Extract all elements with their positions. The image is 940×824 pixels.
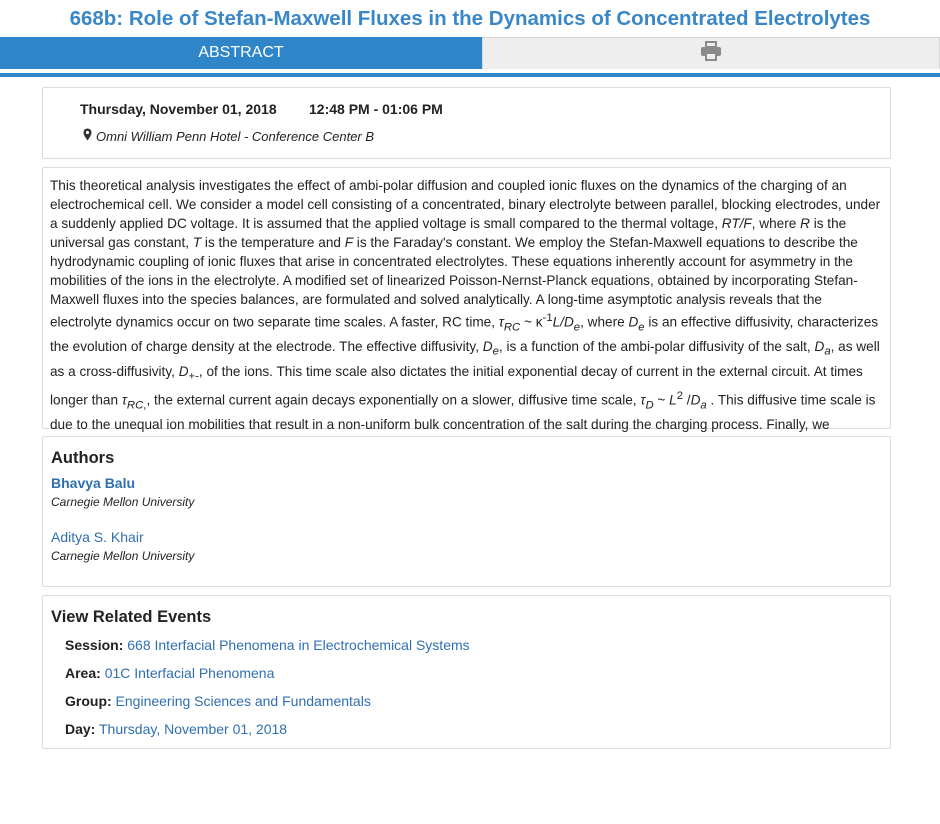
related-label: Day: (65, 721, 96, 737)
related-group-row: Group: Engineering Sciences and Fundamen… (65, 687, 882, 715)
printer-icon[interactable] (700, 41, 722, 66)
author-item: Bhavya Balu Carnegie Mellon University (51, 473, 882, 511)
related-day-row: Day: Thursday, November 01, 2018 (65, 715, 882, 743)
author-affiliation: Carnegie Mellon University (51, 549, 195, 563)
page-title: 668b: Role of Stefan-Maxwell Fluxes in t… (69, 7, 871, 30)
related-area-link[interactable]: 01C Interfacial Phenomena (105, 665, 275, 681)
event-time: 12:48 PM - 01:06 PM (309, 101, 443, 117)
event-location-text: Omni William Penn Hotel - Conference Cen… (96, 128, 375, 144)
author-affiliation: Carnegie Mellon University (51, 495, 195, 509)
author-item: Aditya S. Khair Carnegie Mellon Universi… (51, 527, 882, 565)
related-group-link[interactable]: Engineering Sciences and Fundamentals (116, 693, 371, 709)
related-session-link[interactable]: 668 Interfacial Phenomena in Electrochem… (127, 637, 469, 653)
event-date: Thursday, November 01, 2018 (80, 101, 277, 117)
related-label: Area: (65, 665, 101, 681)
tab-bar: ABSTRACT (0, 37, 940, 77)
abstract-text: This theoretical analysis investigates t… (50, 178, 881, 451)
related-session-row: Session: 668 Interfacial Phenomena in El… (65, 631, 882, 659)
map-marker-icon (83, 128, 96, 144)
tab-print[interactable] (482, 37, 940, 69)
related-label: Session: (65, 637, 124, 653)
author-name-link[interactable]: Bhavya Balu (51, 473, 882, 493)
event-location: Omni William Penn Hotel - Conference Cen… (83, 128, 374, 144)
related-events-card: View Related Events Session: 668 Interfa… (42, 595, 891, 749)
event-when-card: Thursday, November 01, 2018 12:48 PM - 0… (42, 87, 891, 159)
related-events-heading: View Related Events (51, 608, 212, 626)
related-area-row: Area: 01C Interfacial Phenomena (65, 659, 882, 687)
related-day-link[interactable]: Thursday, November 01, 2018 (99, 721, 287, 737)
authors-card: Authors Bhavya Balu Carnegie Mellon Univ… (42, 436, 891, 587)
authors-heading: Authors (51, 449, 115, 467)
tab-abstract[interactable]: ABSTRACT (0, 37, 482, 69)
related-label: Group: (65, 693, 112, 709)
abstract-card: This theoretical analysis investigates t… (42, 167, 891, 451)
author-name-link[interactable]: Aditya S. Khair (51, 527, 882, 547)
